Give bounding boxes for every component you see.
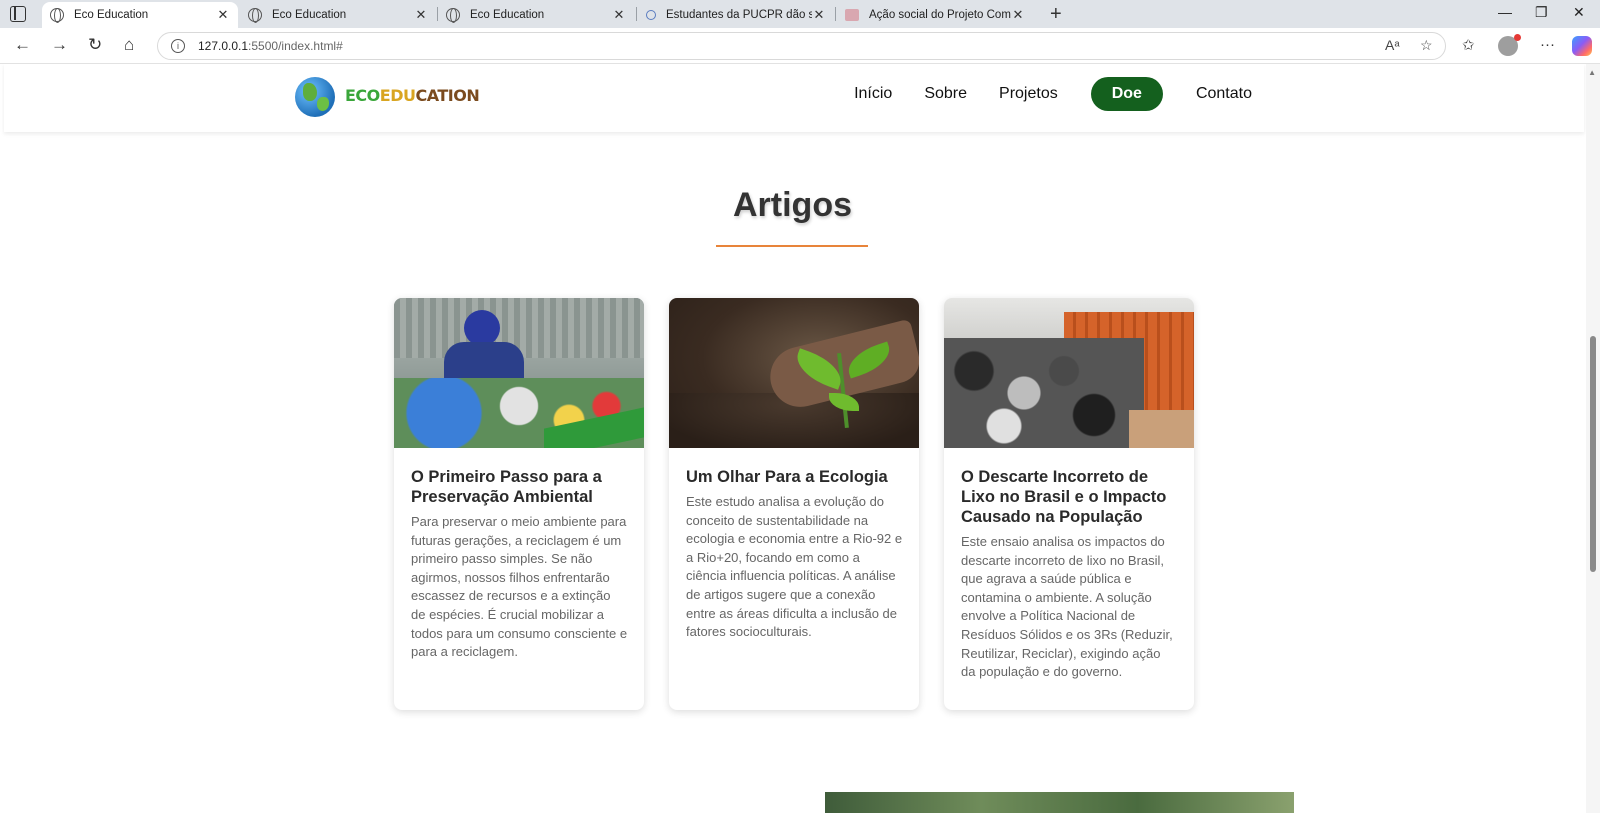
restore-icon[interactable]: ❐ [1535,4,1548,21]
window-close-icon[interactable]: ✕ [1573,4,1585,21]
tab-separator [835,7,836,21]
globe-icon [50,8,64,23]
site-logo[interactable]: ECOEDUCATION [295,74,480,120]
tab-separator [636,7,637,21]
url-host: 127.0.0.1 [198,39,249,53]
scroll-up-icon[interactable]: ▲ [1588,68,1596,77]
page-viewport: ECOEDUCATION Início Sobre Projetos Doe C… [0,64,1600,813]
logo-wordmark: ECOEDUCATION [345,85,480,105]
tab-title: Eco Education [272,9,347,21]
forward-icon[interactable]: → [51,35,68,55]
article-card[interactable]: O Descarte Incorreto de Lixo no Brasil e… [944,298,1194,710]
main-nav: Início Sobre Projetos Doe Contato [838,77,1268,111]
favorites-icon[interactable]: ✩ [1462,36,1475,54]
browser-tab[interactable]: Estudantes da PUCPR dão suporte ✕ [638,2,834,28]
profile-icon[interactable] [1498,34,1521,56]
electronic-waste-image [944,298,1194,448]
search-icon [646,10,656,20]
home-icon[interactable]: ⌂ [124,35,134,55]
url-text[interactable]: 127.0.0.1:5500/index.html# [198,39,343,53]
logo-text-eco: ECO [345,85,380,105]
close-icon[interactable]: ✕ [1011,7,1025,23]
copilot-icon[interactable] [1572,36,1592,56]
tab-title: Ação social do Projeto Comunitário [869,9,1011,21]
logo-text-mid: EDU [379,85,416,105]
browser-tab[interactable]: Ação social do Projeto Comunitário ✕ [837,2,1033,28]
url-path: :5500/index.html# [248,39,343,53]
new-tab-icon[interactable]: + [1050,3,1062,26]
nav-contato[interactable]: Contato [1180,85,1268,103]
globe-icon [446,8,460,23]
address-toolbar: ← → ↻ ⌂ i 127.0.0.1:5500/index.html# Aᵃ … [0,28,1600,64]
scroll-thumb[interactable] [1590,336,1596,572]
read-aloud-icon[interactable]: Aᵃ [1385,37,1400,53]
refresh-icon[interactable]: ↻ [88,35,102,55]
card-title: O Primeiro Passo para a Preservação Ambi… [411,468,602,506]
card-text: Para preservar o meio ambiente para futu… [411,514,628,660]
nav-inicio[interactable]: Início [838,85,908,103]
seedling-image [669,298,919,448]
info-icon[interactable]: i [171,39,185,53]
nav-doe-button[interactable]: Doe [1090,77,1163,111]
page-scrollbar[interactable]: ▲ [1586,64,1600,813]
sidebar-icon[interactable] [10,6,26,22]
address-bar[interactable]: i 127.0.0.1:5500/index.html# Aᵃ ☆ [157,32,1446,60]
tab-title: Eco Education [470,9,545,21]
article-card[interactable]: Um Olhar Para a Ecologia Este estudo ana… [669,298,919,710]
card-title: Um Olhar Para a Ecologia [686,468,888,486]
star-icon[interactable]: ☆ [1420,37,1433,54]
browser-tab-bar: Eco Education ✕ Eco Education ✕ Eco Educ… [0,0,1600,28]
title-underline [716,245,868,247]
close-icon[interactable]: ✕ [612,7,626,23]
next-section-image [825,792,1294,813]
card-title: O Descarte Incorreto de Lixo no Brasil e… [961,468,1167,526]
back-icon[interactable]: ← [14,35,31,55]
site-favicon-icon [845,9,859,21]
site-header: ECOEDUCATION Início Sobre Projetos Doe C… [4,64,1584,132]
nav-projetos[interactable]: Projetos [983,85,1074,103]
section-title: Artigos [733,186,852,224]
nav-sobre[interactable]: Sobre [908,85,983,103]
close-icon[interactable]: ✕ [414,7,428,23]
globe-logo-icon [295,77,335,117]
more-icon[interactable]: ··· [1540,36,1555,53]
card-text: Este ensaio analisa os impactos do desca… [961,534,1173,680]
logo-text-end: CATION [415,85,480,105]
globe-icon [248,8,262,23]
browser-tab[interactable]: Eco Education ✕ [240,2,436,28]
article-card[interactable]: O Primeiro Passo para a Preservação Ambi… [394,298,644,710]
close-icon[interactable]: ✕ [216,7,230,23]
minimize-icon[interactable]: — [1498,4,1512,20]
tab-title: Estudantes da PUCPR dão suporte [666,9,812,21]
browser-tab[interactable]: Eco Education ✕ [438,2,634,28]
card-text: Este estudo analisa a evolução do concei… [686,494,903,640]
recycling-image [394,298,644,448]
close-icon[interactable]: ✕ [812,7,826,23]
browser-tab[interactable]: Eco Education ✕ [42,2,238,28]
tab-title: Eco Education [74,9,149,21]
